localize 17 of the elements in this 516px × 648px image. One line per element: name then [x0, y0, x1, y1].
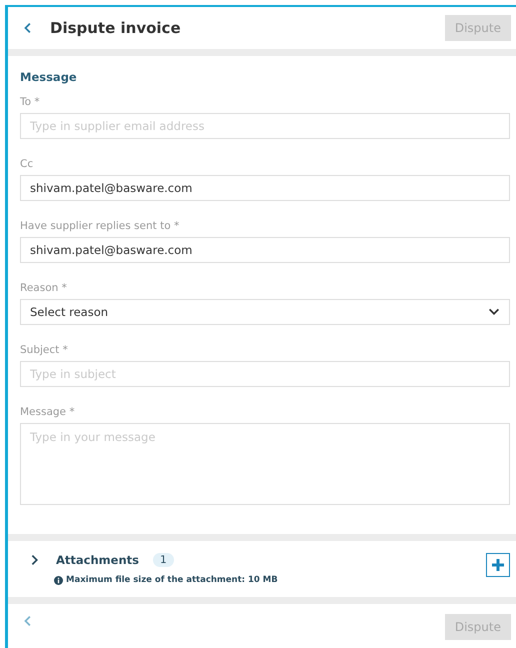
field-label: To * [20, 96, 41, 108]
page-title: Dispute invoice [50, 19, 181, 37]
attachments-toggle[interactable]: Attachments [28, 553, 139, 567]
input-field[interactable]: shivam.patel@basware.com [20, 237, 510, 263]
plus-icon [491, 558, 505, 572]
section-title: Message [20, 70, 78, 84]
field-label: Subject * [20, 344, 69, 356]
count-badge: 1 [152, 553, 174, 567]
add-attachment-button[interactable] [486, 553, 510, 577]
field-label: Cc [20, 158, 34, 170]
field-label: Reason * [20, 282, 68, 294]
field-label: Message * [20, 406, 76, 418]
note-text: Maximum file size of the attachment: 10 MB [66, 575, 278, 585]
reason-dropdown[interactable]: Select reason [20, 299, 510, 325]
field-label: Have supplier replies sent to * [20, 220, 180, 232]
input-field[interactable]: shivam.patel@basware.com [20, 175, 510, 201]
info-icon [54, 576, 63, 584]
